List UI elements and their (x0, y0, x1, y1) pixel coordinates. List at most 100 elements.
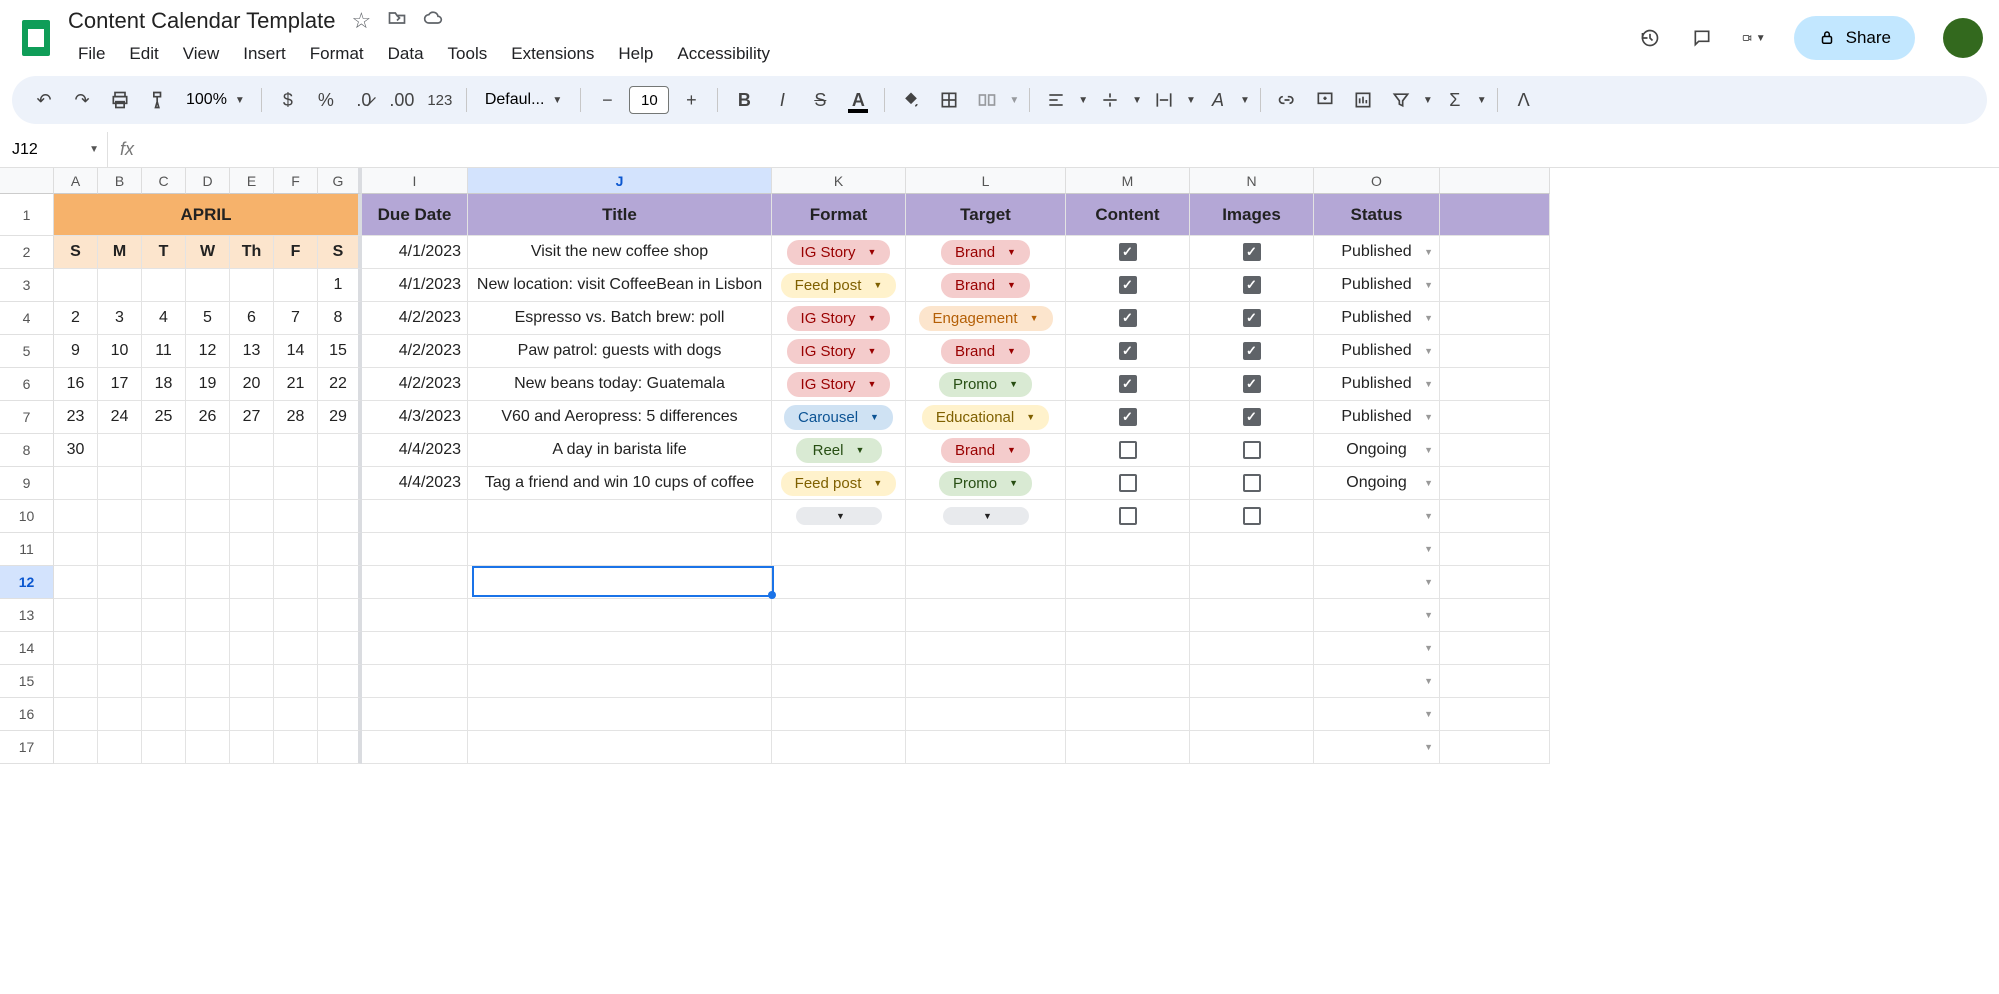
cell-content[interactable] (1066, 368, 1190, 401)
header-content[interactable]: Content (1066, 194, 1190, 236)
cal-cell[interactable] (230, 698, 274, 731)
cell-target[interactable]: Brand▼ (906, 434, 1066, 467)
increase-decimal-button[interactable]: .00 (386, 84, 418, 116)
cell-empty[interactable] (1190, 632, 1314, 665)
cal-cell[interactable] (318, 434, 362, 467)
cell-empty[interactable] (906, 632, 1066, 665)
cell-target[interactable]: Brand▼ (906, 269, 1066, 302)
col-header-B[interactable]: B (98, 168, 142, 194)
cell-empty[interactable]: ▼ (1314, 566, 1440, 599)
row-header-17[interactable]: 17 (0, 731, 54, 764)
decrease-decimal-button[interactable]: .0̷ (348, 84, 380, 116)
cal-cell[interactable]: 6 (230, 302, 274, 335)
cell-blank[interactable] (1440, 335, 1550, 368)
wrap-button[interactable] (1148, 84, 1180, 116)
cal-cell[interactable]: 11 (142, 335, 186, 368)
cal-cell[interactable] (54, 698, 98, 731)
cal-cell[interactable]: 9 (54, 335, 98, 368)
header-images[interactable]: Images (1190, 194, 1314, 236)
cell-empty[interactable]: ▼ (1314, 533, 1440, 566)
col-header-L[interactable]: L (906, 168, 1066, 194)
cell-content[interactable] (1066, 401, 1190, 434)
cal-cell[interactable] (142, 665, 186, 698)
cell-format[interactable]: IG Story▼ (772, 335, 906, 368)
menu-tools[interactable]: Tools (438, 40, 498, 68)
cal-cell[interactable] (54, 500, 98, 533)
cell-images[interactable] (1190, 368, 1314, 401)
content-checkbox[interactable] (1119, 342, 1137, 360)
row-header-6[interactable]: 6 (0, 368, 54, 401)
cell-empty[interactable] (906, 698, 1066, 731)
cal-cell[interactable] (230, 434, 274, 467)
meet-icon[interactable]: ▼ (1742, 26, 1766, 50)
target-chip[interactable]: ▼ (943, 507, 1029, 525)
cal-cell[interactable]: 24 (98, 401, 142, 434)
cell-title[interactable]: New location: visit CoffeeBean in Lisbon (468, 269, 772, 302)
cal-cell[interactable]: 13 (230, 335, 274, 368)
menu-file[interactable]: File (68, 40, 115, 68)
cal-cell[interactable] (98, 269, 142, 302)
cell-empty[interactable] (772, 533, 906, 566)
cal-cell[interactable] (230, 665, 274, 698)
weekday-2[interactable]: T (142, 236, 186, 269)
menu-extensions[interactable]: Extensions (501, 40, 604, 68)
cell-images[interactable] (1190, 335, 1314, 368)
cal-cell[interactable] (230, 566, 274, 599)
cal-cell[interactable] (318, 665, 362, 698)
cal-cell[interactable] (54, 566, 98, 599)
cell-title[interactable]: Visit the new coffee shop (468, 236, 772, 269)
cell-empty[interactable] (1066, 632, 1190, 665)
cal-cell[interactable] (142, 269, 186, 302)
cell-date[interactable]: 4/2/2023 (362, 335, 468, 368)
cal-cell[interactable] (230, 467, 274, 500)
row-header-13[interactable]: 13 (0, 599, 54, 632)
cal-cell[interactable] (274, 731, 318, 764)
currency-button[interactable]: $ (272, 84, 304, 116)
cell-empty[interactable] (1190, 698, 1314, 731)
format-chip[interactable]: Reel▼ (796, 438, 882, 463)
cal-cell[interactable] (274, 533, 318, 566)
menu-edit[interactable]: Edit (119, 40, 168, 68)
cal-cell[interactable]: 1 (318, 269, 362, 302)
cell-empty[interactable] (772, 665, 906, 698)
cell-title[interactable]: Tag a friend and win 10 cups of coffee (468, 467, 772, 500)
row-header-16[interactable]: 16 (0, 698, 54, 731)
cal-cell[interactable] (274, 599, 318, 632)
bold-button[interactable]: B (728, 84, 760, 116)
increase-font-button[interactable]: + (675, 84, 707, 116)
header-title[interactable]: Title (468, 194, 772, 236)
font-select[interactable]: Defaul...▼ (477, 91, 571, 109)
col-header-M[interactable]: M (1066, 168, 1190, 194)
col-header-J[interactable]: J (468, 168, 772, 194)
cell-empty[interactable] (468, 599, 772, 632)
cell-empty[interactable] (906, 665, 1066, 698)
cal-cell[interactable]: 23 (54, 401, 98, 434)
borders-button[interactable] (933, 84, 965, 116)
menu-accessibility[interactable]: Accessibility (667, 40, 780, 68)
cell-blank[interactable] (1440, 566, 1550, 599)
cal-cell[interactable] (186, 434, 230, 467)
cell-empty[interactable] (906, 731, 1066, 764)
cal-cell[interactable]: 27 (230, 401, 274, 434)
cell-empty[interactable]: ▼ (1314, 698, 1440, 731)
doc-title[interactable]: Content Calendar Template (68, 8, 335, 34)
cal-cell[interactable]: 14 (274, 335, 318, 368)
cal-cell[interactable] (98, 566, 142, 599)
cal-cell[interactable] (54, 599, 98, 632)
cal-cell[interactable]: 20 (230, 368, 274, 401)
cell-content[interactable] (1066, 236, 1190, 269)
cell-empty[interactable] (362, 698, 468, 731)
weekday-1[interactable]: M (98, 236, 142, 269)
strikethrough-button[interactable]: S (804, 84, 836, 116)
cell-empty[interactable] (468, 533, 772, 566)
comment-icon[interactable] (1690, 26, 1714, 50)
cal-cell[interactable] (230, 731, 274, 764)
cal-cell[interactable] (98, 632, 142, 665)
cal-cell[interactable]: 25 (142, 401, 186, 434)
cell-format[interactable]: Reel▼ (772, 434, 906, 467)
cal-cell[interactable]: 26 (186, 401, 230, 434)
cal-cell[interactable]: 30 (54, 434, 98, 467)
redo-button[interactable]: ↷ (66, 84, 98, 116)
cal-cell[interactable]: 5 (186, 302, 230, 335)
weekday-4[interactable]: Th (230, 236, 274, 269)
